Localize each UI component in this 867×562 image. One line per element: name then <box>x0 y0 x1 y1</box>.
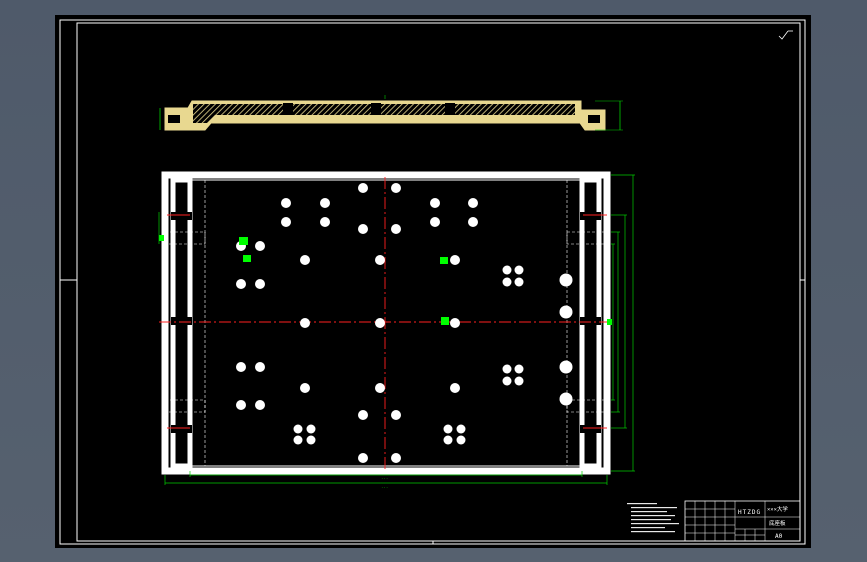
dimension-lines <box>158 174 635 485</box>
datum-markers <box>159 235 612 325</box>
sheet-size: A0 <box>775 533 783 540</box>
drawing-code: HTZDG <box>738 509 761 516</box>
title-block: HTZDG ×××大学 底座板 A0 <box>684 500 801 542</box>
drawing-sheet: ··· ··· HTZDG ×××大学 底座板 A0 <box>55 15 811 548</box>
svg-text:···: ··· <box>381 485 388 490</box>
roughness-symbol <box>778 30 793 40</box>
svg-text:···: ··· <box>381 476 388 481</box>
cad-drawing: ··· ··· HTZDG ×××大学 底座板 A0 <box>59 19 806 545</box>
technical-notes <box>627 503 679 533</box>
hole-pattern <box>236 183 573 463</box>
section-view <box>159 95 623 131</box>
part-name: 底座板 <box>769 519 786 527</box>
plate-outline <box>161 171 611 475</box>
plan-view: ··· ··· <box>158 171 635 490</box>
school-name: ×××大学 <box>767 505 788 513</box>
